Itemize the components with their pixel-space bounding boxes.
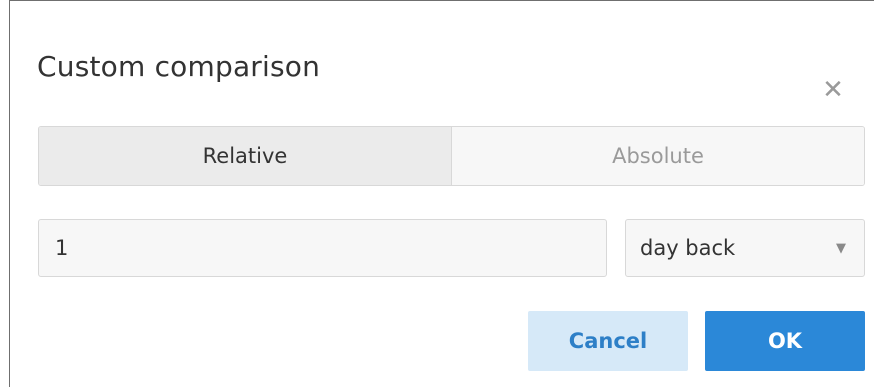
dialog-title: Custom comparison (37, 50, 321, 83)
unit-select-value: day back (640, 236, 736, 260)
custom-comparison-dialog: Custom comparison ✕ Relative Absolute 1 … (9, 0, 874, 387)
ok-button[interactable]: OK (705, 311, 865, 371)
absolute-toggle-button[interactable]: Absolute (452, 127, 864, 185)
chevron-down-icon: ▼ (836, 240, 846, 256)
amount-input[interactable]: 1 (38, 219, 607, 277)
cancel-button[interactable]: Cancel (528, 311, 688, 371)
unit-select[interactable]: day back ▼ (625, 219, 865, 277)
relative-toggle-button[interactable]: Relative (39, 127, 452, 185)
close-icon[interactable]: ✕ (818, 75, 848, 105)
mode-toggle: Relative Absolute (38, 126, 865, 186)
